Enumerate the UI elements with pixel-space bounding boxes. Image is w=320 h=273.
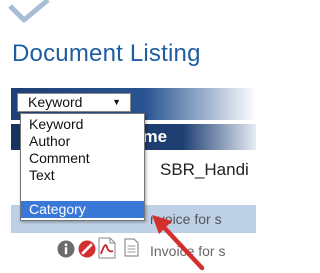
search-field-dropdown: Keyword Author Comment Text Category [20, 113, 145, 221]
option-keyword[interactable]: Keyword [21, 116, 144, 133]
option-category[interactable]: Category [21, 201, 144, 218]
logo-check-icon [8, 0, 50, 23]
search-field-select-value: Keyword [28, 94, 83, 110]
table-row-title[interactable]: SBR_Handi [160, 160, 249, 180]
search-field-select[interactable]: Keyword ▼ [17, 93, 131, 112]
no-entry-icon[interactable] [78, 240, 96, 258]
option-comment[interactable]: Comment [21, 150, 144, 167]
chevron-down-icon: ▼ [112, 97, 121, 107]
option-text[interactable]: Text [21, 167, 144, 184]
page-title: Document Listing [12, 40, 201, 67]
document-icon[interactable] [124, 238, 139, 257]
option-author[interactable]: Author [21, 133, 144, 150]
arrow-pointer-icon [152, 215, 205, 271]
pdf-icon[interactable] [98, 237, 116, 259]
info-icon[interactable] [57, 240, 75, 258]
